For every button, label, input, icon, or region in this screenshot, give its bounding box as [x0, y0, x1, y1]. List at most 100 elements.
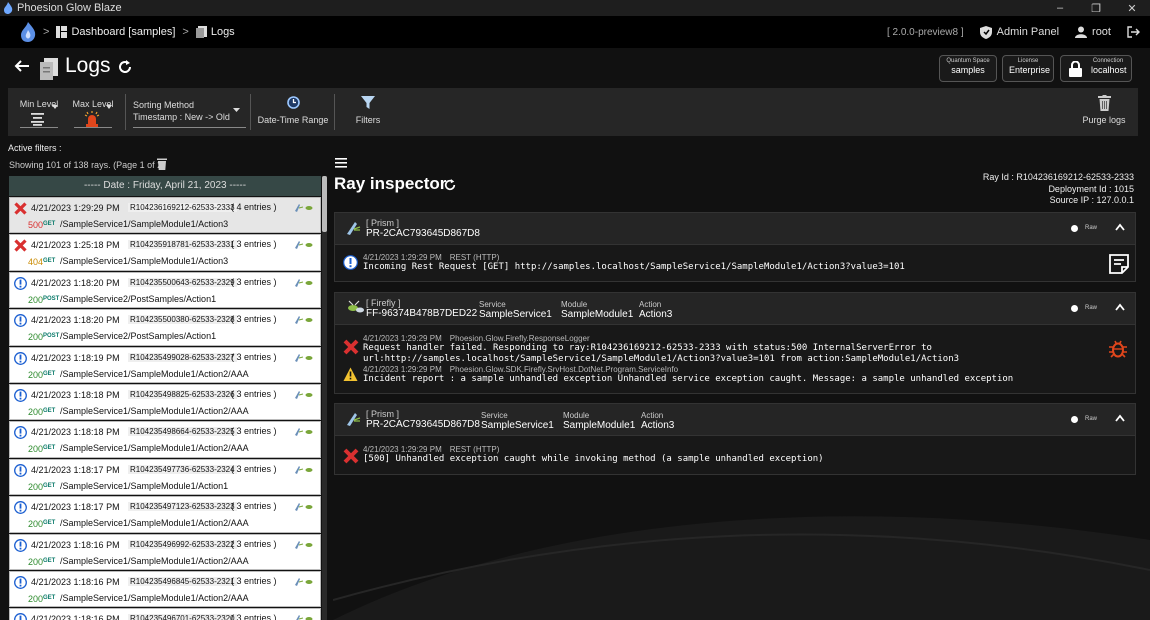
admin-panel-label: Admin Panel — [996, 26, 1060, 38]
ray-list-row[interactable]: 4/21/2023 1:29:29 PM R104236169212-62533-… — [9, 197, 321, 234]
ray-list-row[interactable]: 4/21/2023 1:18:16 PM R104235496992-62533-… — [9, 533, 321, 570]
chevron-up-icon[interactable] — [1115, 303, 1125, 311]
admin-panel-button[interactable]: Admin Panel — [979, 25, 1060, 39]
user-menu[interactable]: root — [1075, 26, 1111, 38]
minimize-button[interactable]: – — [1042, 2, 1078, 15]
connection-box[interactable]: Connection localhost — [1060, 55, 1132, 82]
page-header: Logs Quantum Space samples License Enter… — [0, 48, 1150, 88]
ray-list-row[interactable]: 4/21/2023 1:25:18 PM R104235918781-62533-… — [9, 234, 321, 271]
row-status-code: 200 — [28, 294, 44, 305]
row-date: 4/21/2023 1:18:17 PM — [31, 464, 120, 475]
min-level-dropdown[interactable]: Min Level — [18, 88, 60, 136]
row-status-code: 200 — [28, 593, 44, 604]
purge-logs-button[interactable]: Purge logs — [1079, 88, 1129, 136]
app-logo-icon[interactable] — [20, 22, 36, 42]
deployment-id: Deployment Id : 1015 — [1048, 183, 1134, 194]
error-icon — [343, 448, 359, 464]
crumb-separator: > — [182, 26, 189, 38]
row-method: GET — [43, 445, 56, 452]
chevron-up-icon[interactable] — [1115, 223, 1125, 231]
scrollbar-thumb[interactable] — [322, 176, 327, 232]
license-box[interactable]: License Enterprise — [1002, 55, 1054, 82]
hamburger-icon[interactable] — [335, 158, 347, 168]
row-status-code: 500 — [28, 220, 44, 230]
raw-toggle[interactable] — [1071, 416, 1078, 423]
filters-button[interactable]: Filters — [348, 88, 388, 136]
ray-list-row[interactable]: 4/21/2023 1:18:16 PM R104235496845-62533-… — [9, 570, 321, 608]
info-icon — [14, 276, 27, 290]
row-path: /SampleService2/PostSamples/Action1 — [60, 293, 217, 304]
quantum-space-value: samples — [951, 65, 985, 75]
refresh-icon[interactable] — [118, 60, 132, 74]
dashboard-icon — [56, 26, 68, 38]
ray-card-prism: [ Prism ] PR-2CAC793645D867D8 Raw 4/21/2… — [334, 212, 1136, 282]
card-header[interactable]: [ Firefly ] FF-96374B478B7DED22 Service S… — [335, 293, 1135, 325]
ray-list-row[interactable]: 4/21/2023 1:18:18 PM R104235498664-62533-… — [9, 421, 321, 458]
lock-icon — [1069, 61, 1082, 77]
row-status-code: 200 — [28, 481, 44, 492]
funnel-icon — [361, 96, 375, 109]
ray-list[interactable]: ----- Date : Friday, April 21, 2023 ----… — [9, 176, 327, 620]
service-col: Service SampleService1 — [481, 411, 554, 431]
ray-meta: Ray Id : R104236169212-62533-2333 Deploy… — [983, 172, 1134, 207]
connection-value: localhost — [1091, 65, 1127, 75]
row-date: 4/21/2023 1:18:17 PM — [31, 502, 120, 513]
row-method: POST — [43, 333, 60, 340]
row-status-code: 200 — [28, 444, 44, 455]
ray-list-row[interactable]: 4/21/2023 1:18:17 PM R104235497736-62533-… — [9, 458, 321, 496]
row-ray-id: R104235497736-62533-2324 — [128, 464, 237, 474]
bug-icon[interactable] — [1109, 339, 1127, 359]
ray-list-row[interactable]: 4/21/2023 1:18:16 PM R104235496701-62533-… — [9, 608, 321, 620]
ray-id: Ray Id : R104236169212-62533-2333 — [982, 172, 1134, 182]
crumb-dashboard[interactable]: Dashboard [samples] — [56, 26, 175, 38]
info-icon — [14, 351, 27, 365]
card-header[interactable]: [ Prism ] PR-2CAC793645D867D8 Service Sam… — [335, 404, 1135, 436]
row-ray-id: R104235500643-62533-2329 — [128, 277, 237, 287]
background-decoration — [333, 516, 1150, 620]
warning-icon — [343, 367, 358, 381]
row-entries: ( 3 entries ) — [231, 426, 277, 437]
error-icon — [343, 339, 359, 355]
info-icon — [14, 314, 27, 328]
alarm-level-icon — [84, 111, 100, 127]
refresh-icon[interactable] — [444, 179, 456, 191]
row-path: /SampleService1/SampleModule1/Action3 — [60, 256, 229, 267]
chevron-up-icon[interactable] — [1115, 414, 1125, 422]
node-flags-icon — [295, 278, 313, 287]
source-ip: Source IP : 127.0.0.1 — [1049, 195, 1134, 205]
quantum-space-box[interactable]: Quantum Space samples — [939, 55, 997, 82]
close-button[interactable]: ✕ — [1114, 2, 1150, 15]
ray-list-row[interactable]: 4/21/2023 1:18:20 PM R104235500643-62533-… — [9, 271, 321, 309]
prism-icon — [347, 413, 361, 426]
maximize-button[interactable]: ❐ — [1078, 2, 1114, 15]
date-time-range-button[interactable]: Date-Time Range — [256, 88, 330, 136]
back-arrow-icon[interactable] — [14, 58, 30, 74]
row-path: /SampleService1/SampleModule1/Action2/AA… — [60, 443, 249, 454]
ray-list-row[interactable]: 4/21/2023 1:18:19 PM R104235499028-62533-… — [9, 346, 321, 383]
ray-list-row[interactable]: 4/21/2023 1:18:20 PM R104235500380-62533-… — [9, 309, 321, 346]
node-id: PR-2CAC793645D867D8 — [366, 419, 480, 430]
entry-source: REST (HTTP) — [449, 445, 500, 454]
row-entries: ( 3 entries ) — [231, 276, 277, 287]
note-icon[interactable] — [1109, 254, 1129, 274]
raw-toggle[interactable] — [1071, 305, 1078, 312]
row-entries: ( 3 entries ) — [231, 538, 277, 549]
logout-icon[interactable] — [1127, 26, 1140, 38]
trash-icon[interactable] — [157, 158, 167, 170]
module-value: SampleModule1 — [561, 309, 634, 320]
max-level-dropdown[interactable]: Max Level — [72, 88, 114, 136]
sorting-method-dropdown[interactable]: Sorting Method Timestamp : New -> Old — [133, 88, 246, 136]
crumb-logs[interactable]: Logs — [195, 26, 235, 38]
raw-toggle[interactable] — [1071, 225, 1078, 232]
ray-list-row[interactable]: 4/21/2023 1:18:18 PM R104235498825-62533-… — [9, 383, 321, 421]
app-logo-icon — [4, 2, 13, 14]
row-date: 4/21/2023 1:29:29 PM — [31, 203, 120, 213]
row-ray-id: R104235497123-62533-2323 — [128, 502, 237, 512]
row-date: 4/21/2023 1:18:16 PM — [31, 576, 120, 587]
ray-list-row[interactable]: 4/21/2023 1:18:17 PM R104235497123-62533-… — [9, 496, 321, 533]
scrollbar[interactable] — [322, 176, 327, 620]
toolbar: Min Level Max Level Sorting Method Times… — [8, 88, 1138, 136]
row-date: 4/21/2023 1:18:16 PM — [31, 614, 120, 620]
row-path: /SampleService1/SampleModule1/Action2/AA… — [60, 592, 249, 603]
card-header[interactable]: [ Prism ] PR-2CAC793645D867D8 Raw — [335, 213, 1135, 245]
